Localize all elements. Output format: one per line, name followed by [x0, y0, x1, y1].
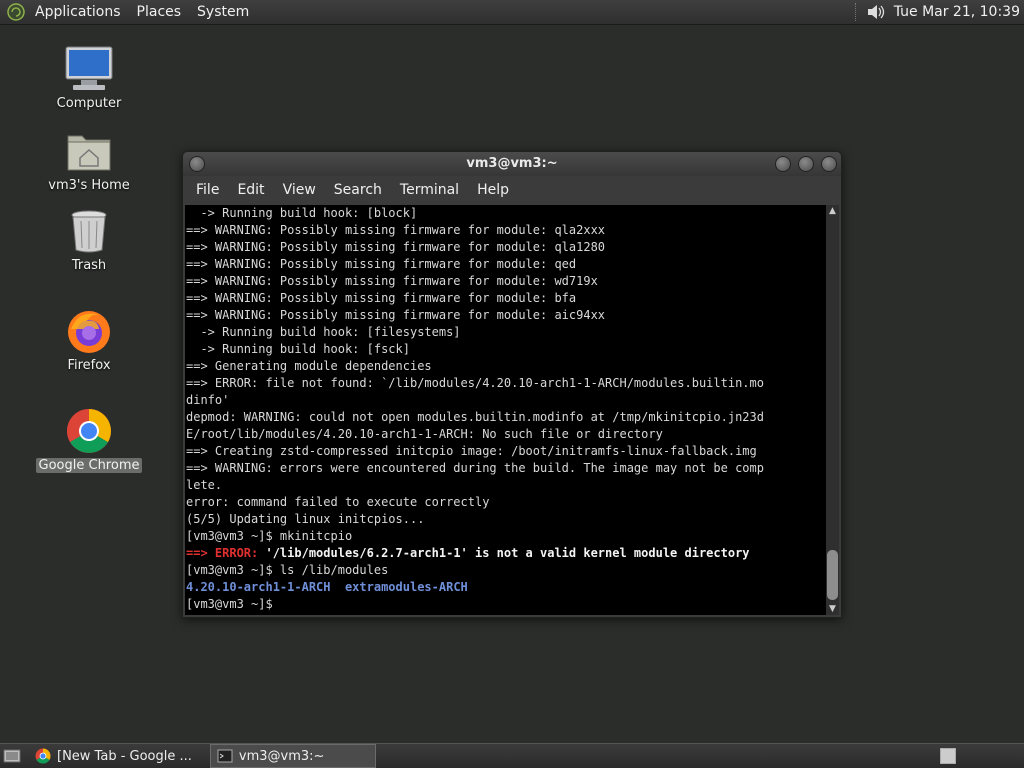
terminal-line: depmod: WARNING: could not open modules.…: [186, 410, 764, 424]
error-prefix: ==> ERROR:: [186, 546, 259, 560]
window-title: vm3@vm3:~: [466, 156, 558, 171]
terminal-line: -> Running build hook: [fsck]: [186, 342, 410, 356]
terminal-ls-output: 4.20.10-arch1-1-ARCH extramodules-ARCH: [186, 579, 827, 596]
terminal-line: ==> WARNING: Possibly missing firmware f…: [186, 223, 606, 237]
taskbar-item-chrome[interactable]: [New Tab - Google ...: [29, 745, 198, 767]
terminal-icon: [217, 749, 233, 763]
top-panel: Applications Places System Tue Mar 21, 1…: [0, 0, 1024, 25]
chrome-icon: [35, 748, 51, 764]
desktop-icon-label: Trash: [71, 258, 107, 273]
menu-edit[interactable]: Edit: [228, 182, 273, 198]
desktop-icon-label: Computer: [56, 96, 122, 111]
desktop-icon-home[interactable]: vm3's Home: [34, 126, 144, 193]
system-menu[interactable]: System: [189, 4, 257, 20]
trash-icon: [62, 206, 116, 256]
menu-terminal[interactable]: Terminal: [391, 182, 468, 198]
terminal-line: lete.: [186, 478, 223, 492]
terminal-line: ==> WARNING: Possibly missing firmware f…: [186, 274, 598, 288]
terminal-line: -> Running build hook: [block]: [186, 206, 418, 220]
terminal-line: ==> WARNING: Possibly missing firmware f…: [186, 240, 606, 254]
terminal-line: -> Running build hook: [filesystems]: [186, 325, 461, 339]
terminal-line: ==> WARNING: Possibly missing firmware f…: [186, 308, 606, 322]
clock[interactable]: Tue Mar 21, 10:39: [886, 4, 1024, 20]
show-desktop-icon[interactable]: [3, 747, 21, 765]
applications-menu[interactable]: Applications: [27, 4, 129, 20]
desktop-icon-label: Google Chrome: [35, 458, 143, 473]
firefox-icon: [62, 306, 116, 356]
computer-icon: [62, 44, 116, 94]
error-message: '/lib/modules/6.2.7-arch1-1' is not a va…: [258, 546, 750, 560]
taskbar-item-label: vm3@vm3:~: [238, 748, 325, 764]
terminal-line: (5/5) Updating linux initcpios...: [186, 512, 425, 526]
places-menu[interactable]: Places: [129, 4, 190, 20]
terminal-line: [vm3@vm3 ~]$ mkinitcpio: [186, 529, 353, 543]
desktop-icon-label: vm3's Home: [48, 178, 130, 193]
terminal-line: ==> Creating zstd-compressed initcpio im…: [186, 444, 757, 458]
terminal-line: ==> WARNING: Possibly missing firmware f…: [186, 257, 577, 271]
scrollbar-thumb[interactable]: [827, 550, 838, 600]
menu-help[interactable]: Help: [468, 182, 518, 198]
terminal-line: error: command failed to execute correct…: [186, 495, 490, 509]
dir-entry: extramodules-ARCH: [344, 580, 468, 594]
menu-file[interactable]: File: [187, 182, 228, 198]
terminal-line: ==> WARNING: errors were encountered dur…: [186, 461, 764, 475]
maximize-button[interactable]: [798, 156, 814, 172]
close-button[interactable]: [821, 156, 837, 172]
desktop-icon-computer[interactable]: Computer: [34, 44, 144, 111]
taskbar-item-label: [New Tab - Google ...: [57, 748, 192, 764]
terminal-line: ==> ERROR: file not found: `/lib/modules…: [186, 376, 764, 390]
terminal-menubar: File Edit View Search Terminal Help: [183, 176, 841, 203]
terminal-error-line: ==> ERROR: '/lib/modules/6.2.7-arch1-1' …: [186, 545, 827, 562]
menu-search[interactable]: Search: [325, 182, 391, 198]
desktop-icon-label: Firefox: [67, 358, 111, 373]
home-folder-icon: [62, 126, 116, 176]
terminal-line: dinfo': [186, 393, 230, 407]
terminal-line: ==> WARNING: Possibly missing firmware f…: [186, 291, 577, 305]
taskbar-item-terminal[interactable]: vm3@vm3:~: [209, 744, 376, 768]
workspace-switcher[interactable]: [940, 748, 956, 764]
minimize-button[interactable]: [775, 156, 791, 172]
window-titlebar[interactable]: vm3@vm3:~: [183, 152, 841, 176]
panel-separator: [854, 3, 862, 21]
terminal-line: [vm3@vm3 ~]$ ls /lib/modules: [186, 563, 389, 577]
terminal-window[interactable]: vm3@vm3:~ File Edit View Search Terminal…: [182, 151, 842, 618]
distro-logo-icon[interactable]: [7, 3, 25, 21]
terminal-line: ==> Generating module dependencies: [186, 359, 432, 373]
speaker-icon[interactable]: [866, 2, 886, 22]
bottom-panel: [New Tab - Google ... vm3@vm3:~: [0, 743, 1024, 768]
chrome-icon: [62, 406, 116, 456]
scroll-down-arrow-icon[interactable]: ▼: [826, 603, 839, 615]
desktop-icon-chrome[interactable]: Google Chrome: [34, 406, 144, 473]
terminal-scrollbar[interactable]: ▲ ▼: [826, 205, 839, 615]
desktop-icon-firefox[interactable]: Firefox: [34, 306, 144, 373]
dir-entry: 4.20.10-arch1-1-ARCH: [186, 580, 331, 594]
menu-view[interactable]: View: [274, 182, 325, 198]
terminal-line: E/root/lib/modules/4.20.10-arch1-1-ARCH:…: [186, 427, 663, 441]
terminal-output[interactable]: -> Running build hook: [block] ==> WARNI…: [185, 205, 827, 615]
scroll-up-arrow-icon[interactable]: ▲: [826, 205, 839, 217]
terminal-prompt[interactable]: [vm3@vm3 ~]$: [186, 596, 827, 613]
desktop-icon-trash[interactable]: Trash: [34, 206, 144, 273]
